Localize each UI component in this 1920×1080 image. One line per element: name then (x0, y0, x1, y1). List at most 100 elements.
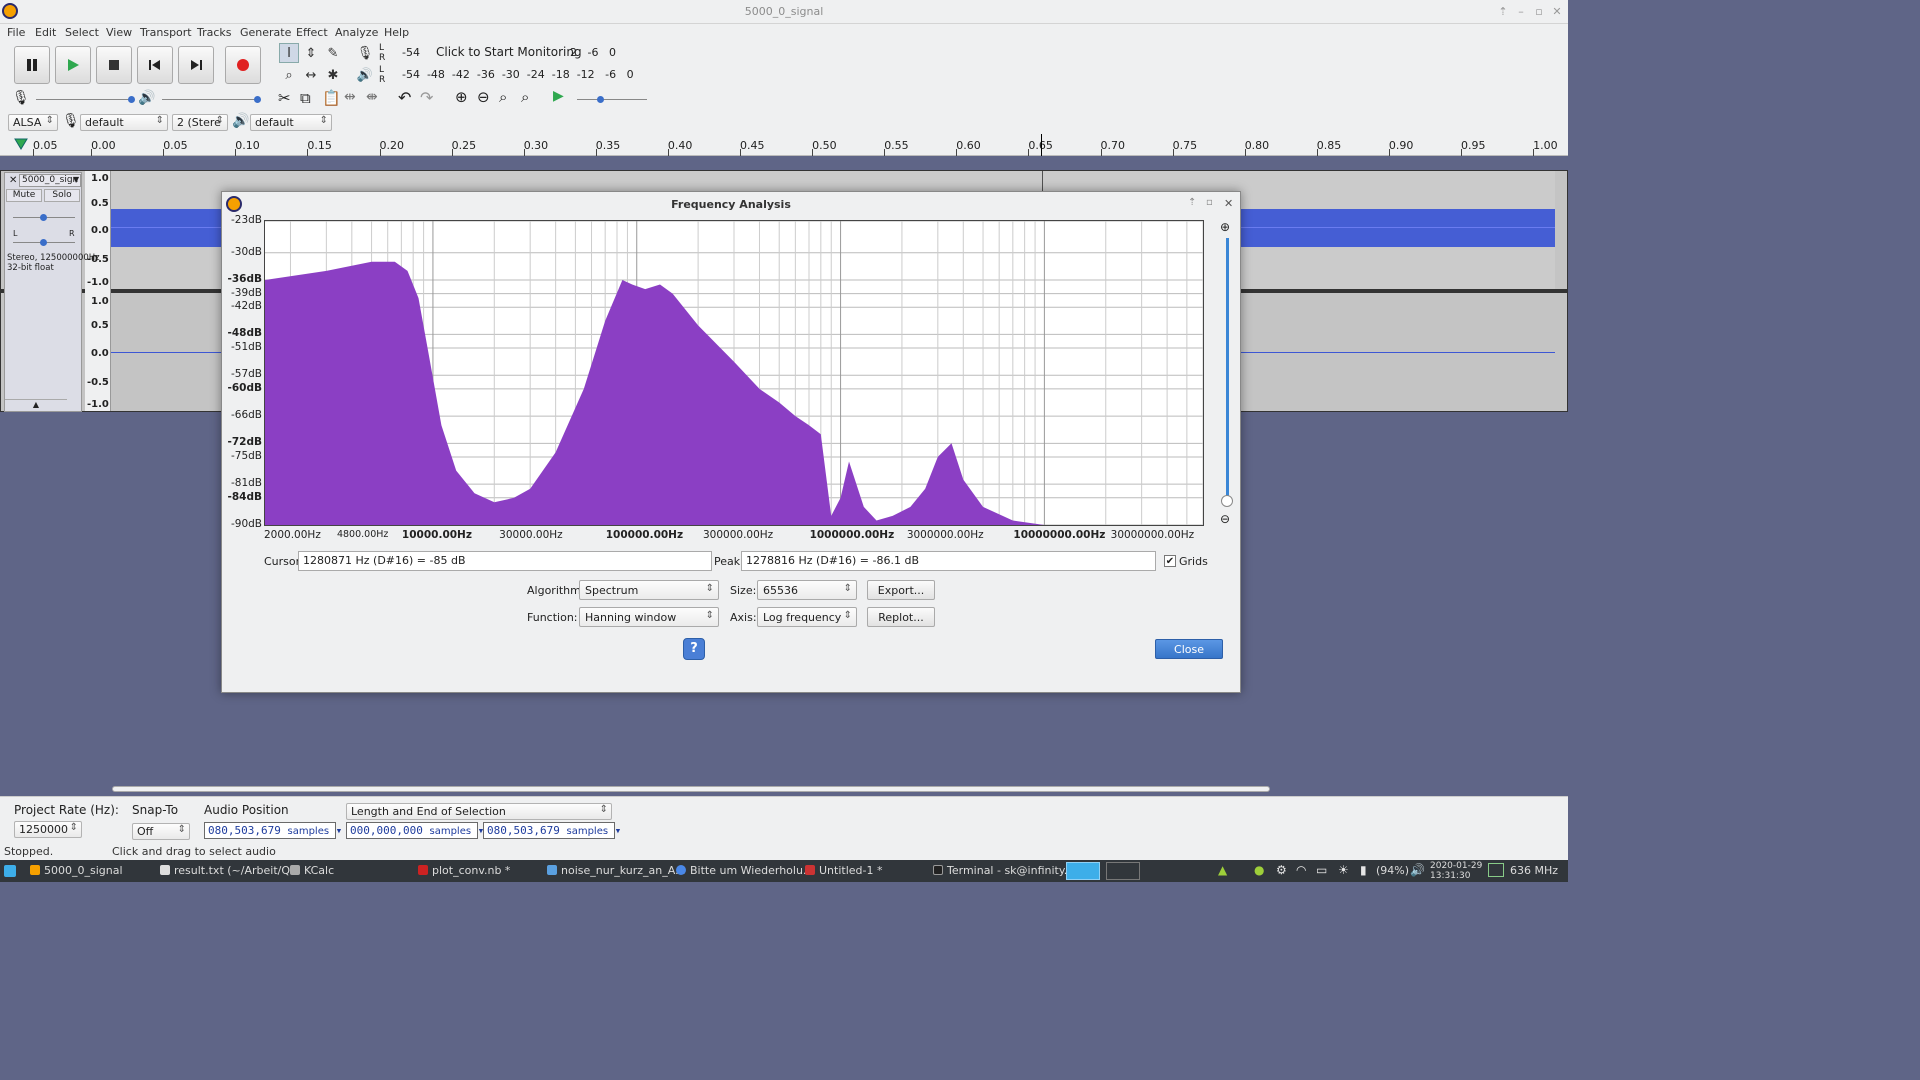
clock[interactable]: 2020-01-29 13:31:30 (1430, 861, 1482, 881)
virtual-desktop-1[interactable] (1066, 862, 1100, 880)
horizontal-scrollbar[interactable] (112, 786, 1270, 792)
grids-checkbox[interactable]: ✔ (1164, 555, 1176, 567)
cursor-field[interactable]: 1280871 Hz (D#16) = -85 dB (298, 551, 712, 571)
size-select[interactable]: 65536 (757, 580, 857, 600)
minimize-icon[interactable]: – (1514, 5, 1528, 19)
gain-knob[interactable] (40, 214, 47, 221)
selection-mode-select[interactable]: Length and End of Selection (346, 803, 612, 820)
maximize-icon[interactable]: ▫ (1206, 197, 1213, 208)
app-launcher-icon[interactable] (4, 865, 16, 877)
replot-button[interactable]: Replot... (867, 607, 935, 627)
network-icon[interactable]: ▭ (1316, 863, 1327, 877)
record-meter-left[interactable]: -54 (402, 46, 420, 59)
cut-icon[interactable]: ✂ (278, 89, 291, 107)
close-button[interactable]: Close (1155, 639, 1223, 659)
recording-device-select[interactable]: default (80, 114, 168, 131)
redo-icon[interactable]: ↷ (420, 88, 433, 107)
trim-icon[interactable]: ⇹ (344, 89, 356, 105)
record-meter-monitor-text[interactable]: Click to Start Monitoring (436, 45, 582, 59)
fit-project-icon[interactable]: ⌕ (521, 88, 529, 106)
track-name-menu[interactable]: 5000_0_sign (19, 174, 81, 187)
pan-knob[interactable] (40, 239, 47, 246)
function-select[interactable]: Hanning window (579, 607, 719, 627)
snap-to-select[interactable]: Off (132, 823, 190, 840)
skip-start-button[interactable] (137, 46, 173, 84)
play-volume-slider[interactable] (162, 99, 258, 100)
settings-icon[interactable]: ⚙ (1276, 863, 1287, 877)
update-notifier-icon[interactable]: ▲ (1218, 863, 1227, 877)
track-menu-arrow-icon[interactable]: ▼ (73, 175, 79, 184)
help-button[interactable]: ? (683, 638, 705, 660)
play-button[interactable] (55, 46, 91, 84)
wifi-icon[interactable]: ◠ (1296, 863, 1306, 877)
copy-icon[interactable]: ⧉ (300, 89, 311, 107)
silence-icon[interactable]: ⇼ (366, 89, 378, 105)
zoom-in-icon[interactable]: ⊕ (1220, 220, 1230, 234)
zoom-tool[interactable]: ⌕ (279, 65, 299, 85)
draw-tool[interactable]: ✎ (323, 43, 343, 63)
play-speed-knob[interactable] (597, 96, 604, 103)
mute-button[interactable]: Mute (6, 189, 42, 202)
play-meter-toggle[interactable]: 🔊 (355, 65, 375, 85)
keep-above-icon[interactable]: ⇡ (1188, 197, 1196, 208)
undo-icon[interactable]: ↶ (398, 88, 411, 107)
menu-effect[interactable]: Effect (296, 26, 328, 39)
timeshift-tool[interactable]: ↔ (301, 65, 321, 85)
task-noise-folder[interactable]: noise_nur_kurz_an_A... (547, 864, 686, 877)
project-rate-select[interactable]: 1250000 (14, 821, 82, 838)
selection-end-unit[interactable]: samples (566, 826, 608, 837)
task-audacity[interactable]: 5000_0_signal (30, 864, 123, 877)
menu-analyze[interactable]: Analyze (335, 26, 378, 39)
menu-help[interactable]: Help (384, 26, 409, 39)
task-browser[interactable]: Bitte um Wiederholu... (676, 864, 813, 877)
close-window-icon[interactable]: ✕ (1550, 5, 1564, 19)
record-volume-slider[interactable] (36, 99, 132, 100)
menu-generate[interactable]: Generate (240, 26, 291, 39)
axis-select[interactable]: Log frequency (757, 607, 857, 627)
zoom-slider-knob[interactable] (1221, 495, 1233, 507)
solo-button[interactable]: Solo (44, 189, 80, 202)
fit-selection-icon[interactable]: ⌕ (499, 88, 507, 106)
menu-transport[interactable]: Transport (140, 26, 192, 39)
multi-tool[interactable]: ✱ (323, 65, 343, 85)
selection-start-unit[interactable]: samples (429, 826, 471, 837)
selection-tool[interactable]: I (279, 43, 299, 63)
menu-view[interactable]: View (106, 26, 132, 39)
menu-tracks[interactable]: Tracks (197, 26, 232, 39)
collapse-track-button[interactable]: ▲ (5, 399, 67, 411)
record-volume-knob[interactable] (128, 96, 135, 103)
task-plot-conv[interactable]: plot_conv.nb * (418, 864, 510, 877)
audio-position-field[interactable]: 080,503,679 samples ▾ (204, 822, 342, 839)
play-meter-scale[interactable]: -54 -48 -42 -36 -30 -24 -18 -12 -6 0 (402, 68, 634, 81)
zoom-out-icon[interactable]: ⊖ (477, 88, 490, 106)
record-button[interactable] (225, 46, 261, 84)
track-close-icon[interactable]: ✕ (9, 175, 17, 186)
algorithm-select[interactable]: Spectrum (579, 580, 719, 600)
virtual-desktop-2[interactable] (1106, 862, 1140, 880)
menu-select[interactable]: Select (65, 26, 99, 39)
envelope-tool[interactable]: ⇕ (301, 43, 321, 63)
recording-channels-select[interactable]: 2 (Stere (172, 114, 228, 131)
playback-device-select[interactable]: default (250, 114, 332, 131)
battery-icon[interactable]: ▮ (1360, 863, 1367, 877)
menu-file[interactable]: File (7, 26, 25, 39)
zoom-slider-track[interactable] (1226, 238, 1229, 500)
task-result-txt[interactable]: result.txt (~/Arbeit/Q... (160, 864, 300, 877)
task-kcalc[interactable]: KCalc (290, 864, 334, 877)
maximize-icon[interactable]: ▫ (1532, 5, 1546, 19)
task-terminal[interactable]: Terminal - sk@infinity... (933, 864, 1074, 877)
brightness-icon[interactable]: ☀ (1338, 863, 1349, 877)
spectrum-plot[interactable] (264, 220, 1204, 526)
dialog-close-icon[interactable]: ✕ (1224, 197, 1233, 210)
selection-end-field[interactable]: 080,503,679 samples ▾ (483, 822, 621, 839)
skip-end-button[interactable] (178, 46, 214, 84)
zoom-out-icon[interactable]: ⊖ (1220, 512, 1230, 526)
stop-button[interactable] (96, 46, 132, 84)
selection-start-field[interactable]: 000,000,000 samples ▾ (346, 822, 484, 839)
audio-host-select[interactable]: ALSA (8, 114, 58, 131)
play-volume-knob[interactable] (254, 96, 261, 103)
task-untitled[interactable]: Untitled-1 * (805, 864, 882, 877)
user-icon[interactable]: ● (1254, 863, 1264, 877)
track-control-panel[interactable]: ✕ 5000_0_sign ▼ Mute Solo L R Stereo, 12… (4, 172, 100, 412)
timeline-ruler[interactable]: 0.05 0.00 0.05 0.10 0.15 0.20 0.25 0.30 0.35 0.40… (0, 134, 1568, 156)
